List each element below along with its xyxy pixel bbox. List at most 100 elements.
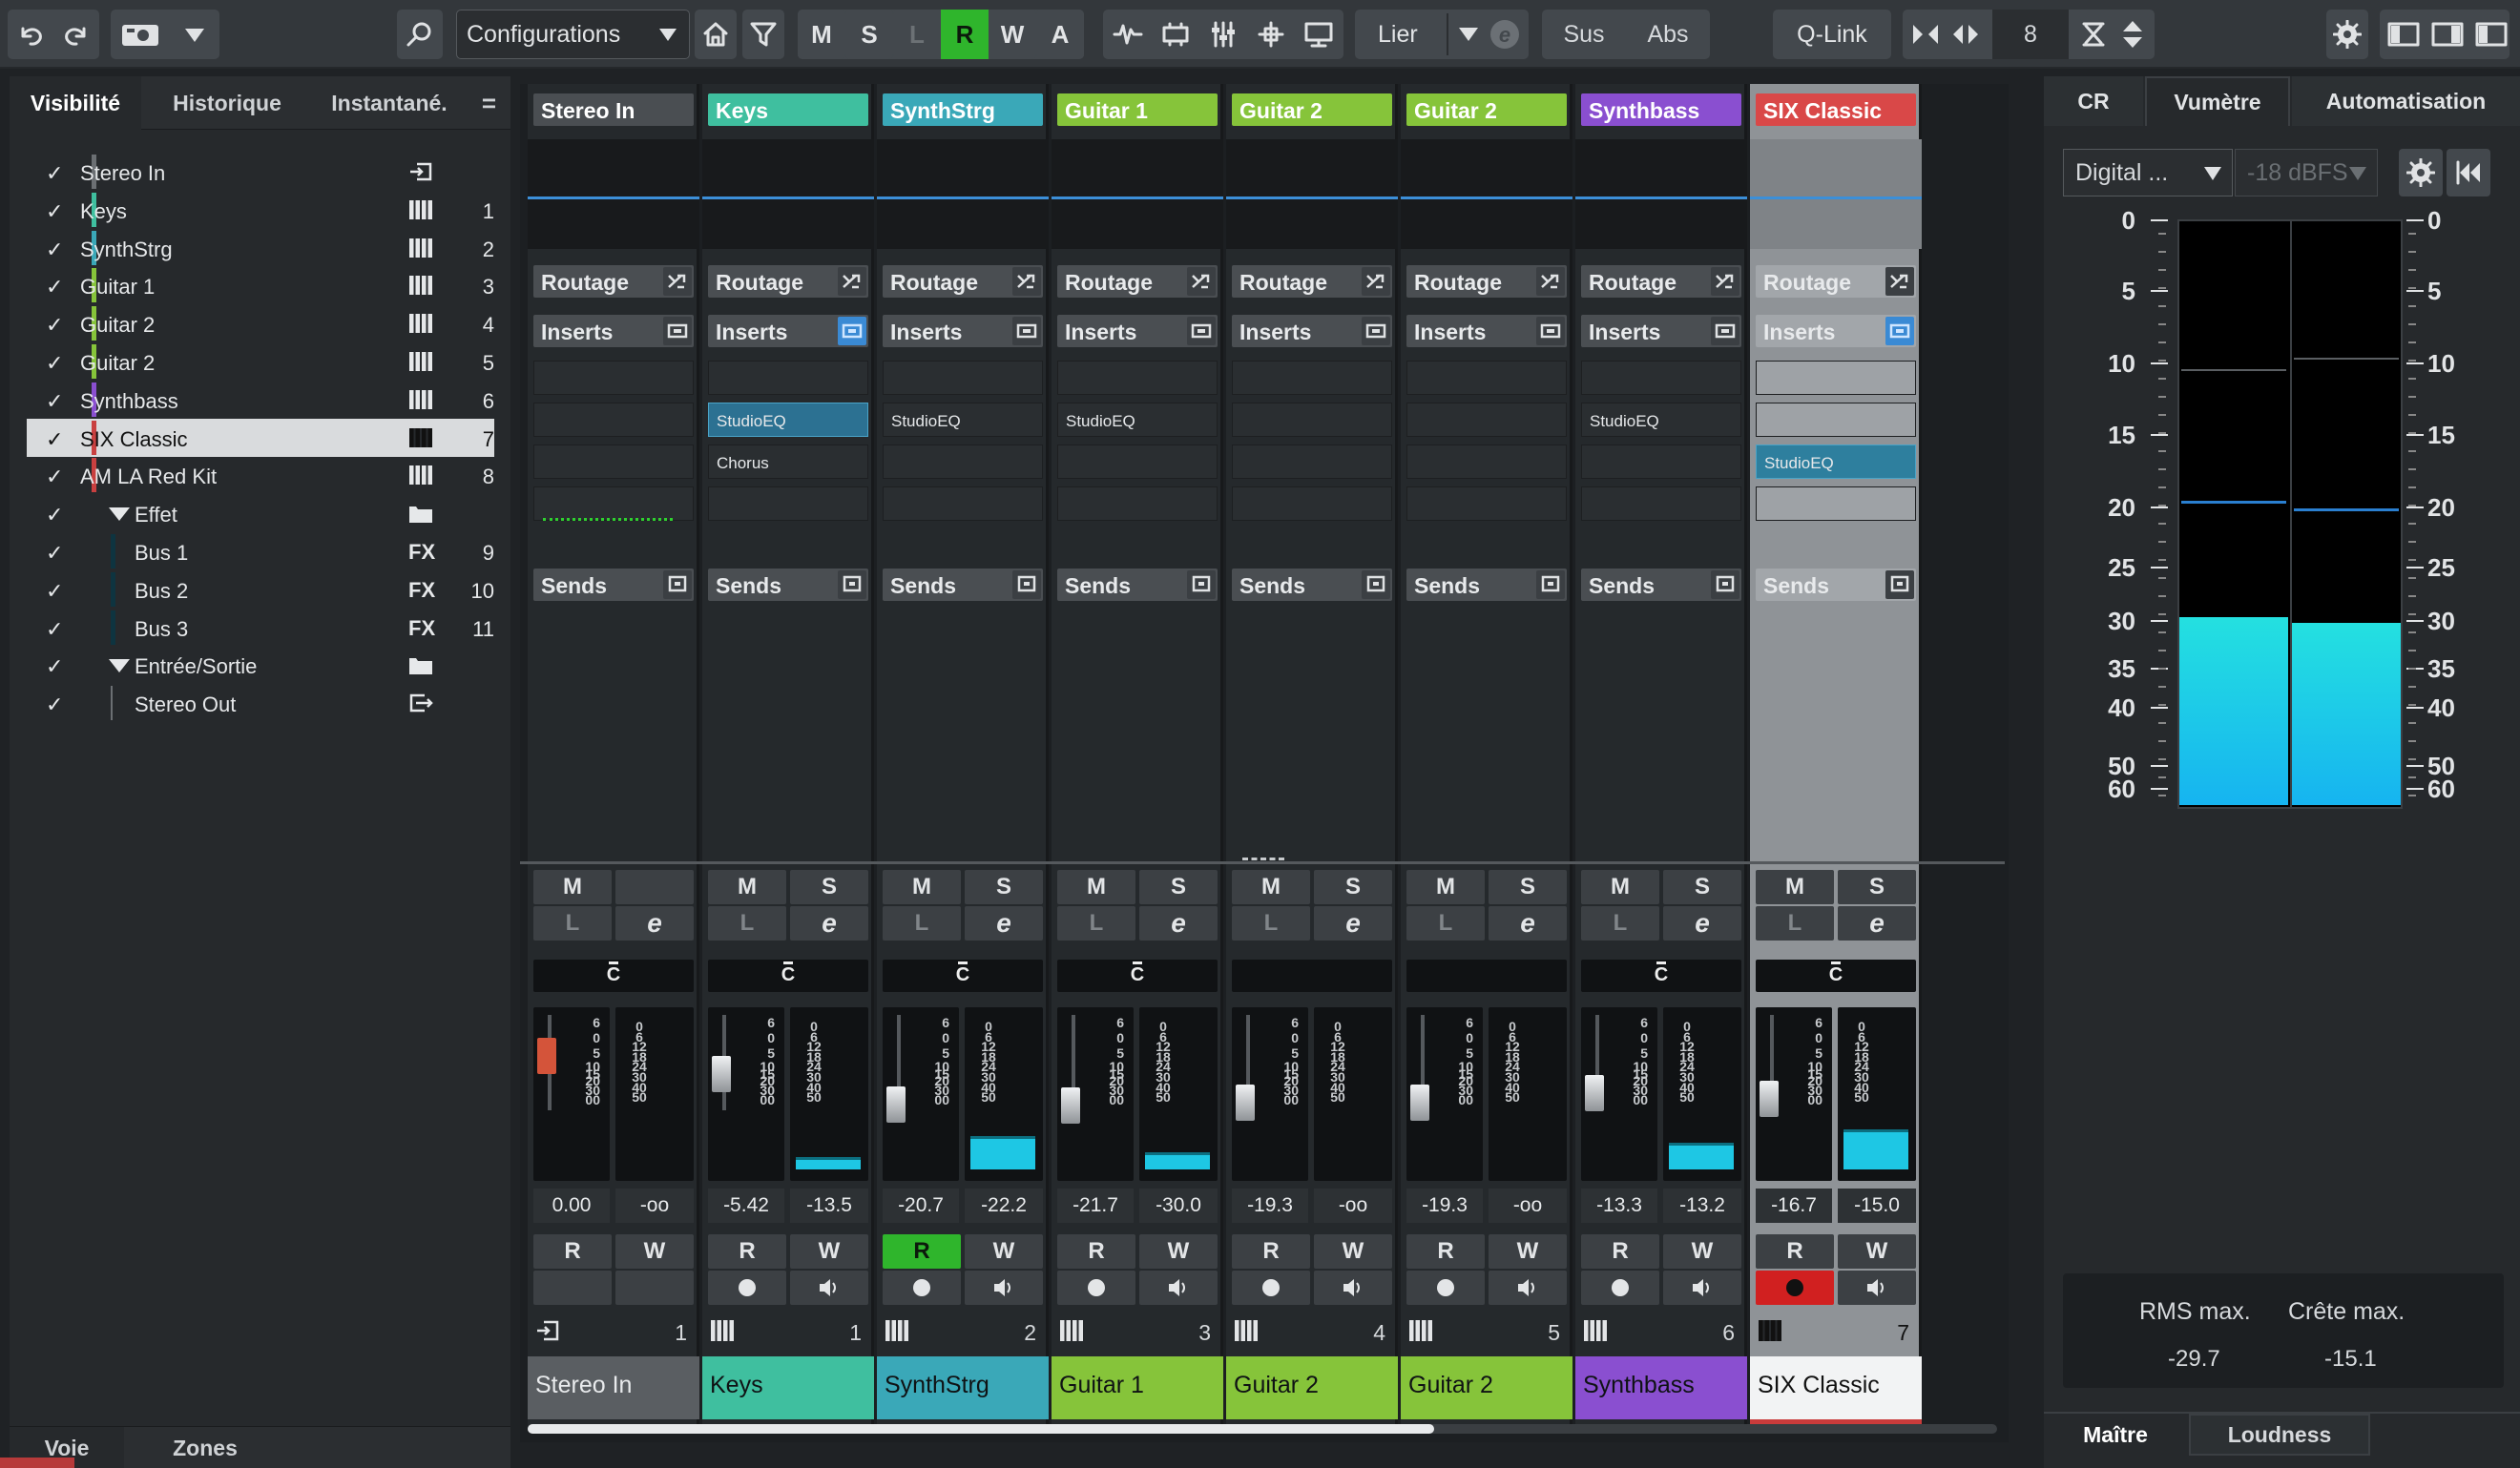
monitor-button[interactable] <box>615 1271 694 1305</box>
routing-edit-button[interactable] <box>663 267 692 296</box>
fader-value[interactable]: -19.3 <box>1406 1189 1483 1223</box>
pan-control[interactable]: C <box>883 960 1043 992</box>
insert-slot[interactable]: StudioEQ <box>708 403 868 437</box>
channel-name-field[interactable]: SIX Classic <box>1750 1356 1922 1419</box>
channel-edit-button[interactable]: e <box>965 906 1043 941</box>
track-row[interactable]: ✓ Guitar 2 5 <box>27 342 494 381</box>
write-automation-button[interactable]: W <box>1838 1234 1916 1269</box>
routing-section[interactable]: Routage <box>1581 265 1741 298</box>
fader-cap[interactable] <box>1410 1084 1429 1121</box>
channel-edit-button[interactable]: e <box>1838 906 1916 941</box>
panel-menu-button[interactable]: = <box>468 76 510 130</box>
peak-value[interactable]: -15.0 <box>1838 1189 1916 1223</box>
routing-edit-button[interactable] <box>1012 267 1041 296</box>
mixer-scrollbar[interactable] <box>528 1424 1997 1434</box>
solo-button[interactable]: S <box>965 870 1043 904</box>
read-automation-button[interactable]: R <box>883 1234 961 1269</box>
channel-header-name[interactable]: Synthbass <box>1581 93 1741 126</box>
pan-control[interactable]: C <box>1756 960 1916 992</box>
q-link-button[interactable]: Q-Link <box>1773 10 1891 59</box>
tab-visibility[interactable]: Visibilité <box>10 76 141 130</box>
insert-slot[interactable] <box>1406 486 1567 521</box>
fader-value[interactable]: -16.7 <box>1756 1189 1832 1223</box>
insert-slot[interactable] <box>708 486 868 521</box>
channel-edit-button[interactable]: e <box>1314 906 1392 941</box>
insert-slot[interactable] <box>533 403 694 437</box>
inserts-section[interactable]: Inserts <box>533 315 694 347</box>
fader-cap[interactable] <box>537 1038 556 1074</box>
track-row[interactable]: ✓ Keys 1 <box>27 191 494 229</box>
insert-slot[interactable] <box>1756 486 1916 521</box>
listen-button[interactable]: L <box>1581 906 1659 941</box>
insert-slot[interactable] <box>1581 486 1741 521</box>
routing-section[interactable]: Routage <box>533 265 694 298</box>
tab-snapshots[interactable]: Instantané. <box>313 76 466 130</box>
track-row[interactable]: ✓ Stereo Out <box>27 684 494 722</box>
track-row[interactable]: ✓ AM LA Red Kit 8 <box>27 456 494 494</box>
full-zone-icon[interactable] <box>2475 21 2508 48</box>
visibility-checkbox[interactable]: ✓ <box>46 541 63 566</box>
send-settings-button[interactable] <box>838 570 866 599</box>
read-automation-button[interactable]: R <box>1756 1234 1834 1269</box>
fader-cap[interactable] <box>712 1056 731 1093</box>
home-button[interactable] <box>695 10 737 59</box>
fader-value[interactable]: -13.3 <box>1581 1189 1657 1223</box>
folder-expand-icon[interactable] <box>108 506 131 523</box>
insert-slot[interactable] <box>533 445 694 479</box>
mute-button[interactable]: M <box>1756 870 1834 904</box>
fader-value[interactable]: 0.00 <box>533 1189 610 1223</box>
listen-button[interactable]: L <box>1406 906 1485 941</box>
routing-edit-button[interactable] <box>838 267 866 296</box>
filter-button[interactable] <box>742 10 784 59</box>
visibility-checkbox[interactable]: ✓ <box>46 161 63 186</box>
send-settings-button[interactable] <box>1885 570 1914 599</box>
solo-button[interactable]: S <box>1139 870 1218 904</box>
reset-peaks-button[interactable] <box>2447 149 2490 196</box>
listen-button[interactable]: L <box>883 906 961 941</box>
read-automation-button[interactable]: R <box>1406 1234 1485 1269</box>
monitor-button[interactable] <box>1139 1271 1218 1305</box>
routing-section[interactable]: Routage <box>1057 265 1218 298</box>
track-row[interactable]: ✓ Guitar 1 3 <box>27 266 494 304</box>
monitor-button[interactable] <box>1489 1271 1567 1305</box>
send-settings-button[interactable] <box>1012 570 1041 599</box>
tab-zones[interactable]: Zones <box>124 1427 286 1468</box>
monitor-button[interactable] <box>1663 1271 1741 1305</box>
routing-section[interactable]: Routage <box>1232 265 1392 298</box>
inserts-section[interactable]: Inserts <box>1406 315 1567 347</box>
channel-edit-button[interactable]: e <box>615 906 694 941</box>
channel-header-name[interactable]: SynthStrg <box>883 93 1043 126</box>
write-automation-button[interactable]: W <box>1489 1234 1567 1269</box>
insert-slot[interactable]: StudioEQ <box>1057 403 1218 437</box>
channel-header-name[interactable]: Guitar 2 <box>1232 93 1392 126</box>
channel-header-name[interactable]: Keys <box>708 93 868 126</box>
listen-button[interactable]: L <box>1057 906 1135 941</box>
visibility-checkbox[interactable]: ✓ <box>46 654 63 679</box>
inserts-section[interactable]: Inserts <box>883 315 1043 347</box>
record-enable-button[interactable] <box>533 1271 612 1305</box>
mute-button[interactable]: M <box>1581 870 1659 904</box>
visibility-checkbox[interactable]: ✓ <box>46 275 63 300</box>
absolute-button[interactable]: Abs <box>1626 10 1710 59</box>
fader-track[interactable]: 6 0 5 10 15 20 30 00 <box>883 1007 959 1181</box>
insert-slot[interactable]: StudioEQ <box>1581 403 1741 437</box>
mute-button[interactable]: M <box>533 870 612 904</box>
channel-name-field[interactable]: SynthStrg <box>877 1356 1049 1419</box>
insert-slot[interactable] <box>1057 486 1218 521</box>
suspend-button[interactable]: Sus <box>1542 10 1626 59</box>
channel-name-field[interactable]: Keys <box>702 1356 874 1419</box>
channel-name-field[interactable]: Guitar 1 <box>1052 1356 1223 1419</box>
fader-cap[interactable] <box>1236 1084 1255 1121</box>
channel-edit-button[interactable]: e <box>1663 906 1741 941</box>
fader-track[interactable]: 6 0 5 10 15 20 30 00 <box>1756 1007 1832 1181</box>
listen-button[interactable]: L <box>1756 906 1834 941</box>
undo-icon[interactable] <box>17 21 44 48</box>
routing-edit-button[interactable] <box>1711 267 1739 296</box>
widen-icon[interactable] <box>1950 21 1981 48</box>
pan-control[interactable]: C <box>1581 960 1741 992</box>
tab-master[interactable]: Maître <box>2044 1414 2187 1456</box>
waveform-icon[interactable] <box>1113 20 1143 49</box>
peak-value[interactable]: -22.2 <box>965 1189 1043 1223</box>
write-automation-button[interactable]: W <box>790 1234 868 1269</box>
read-automation-button[interactable]: R <box>708 1234 786 1269</box>
